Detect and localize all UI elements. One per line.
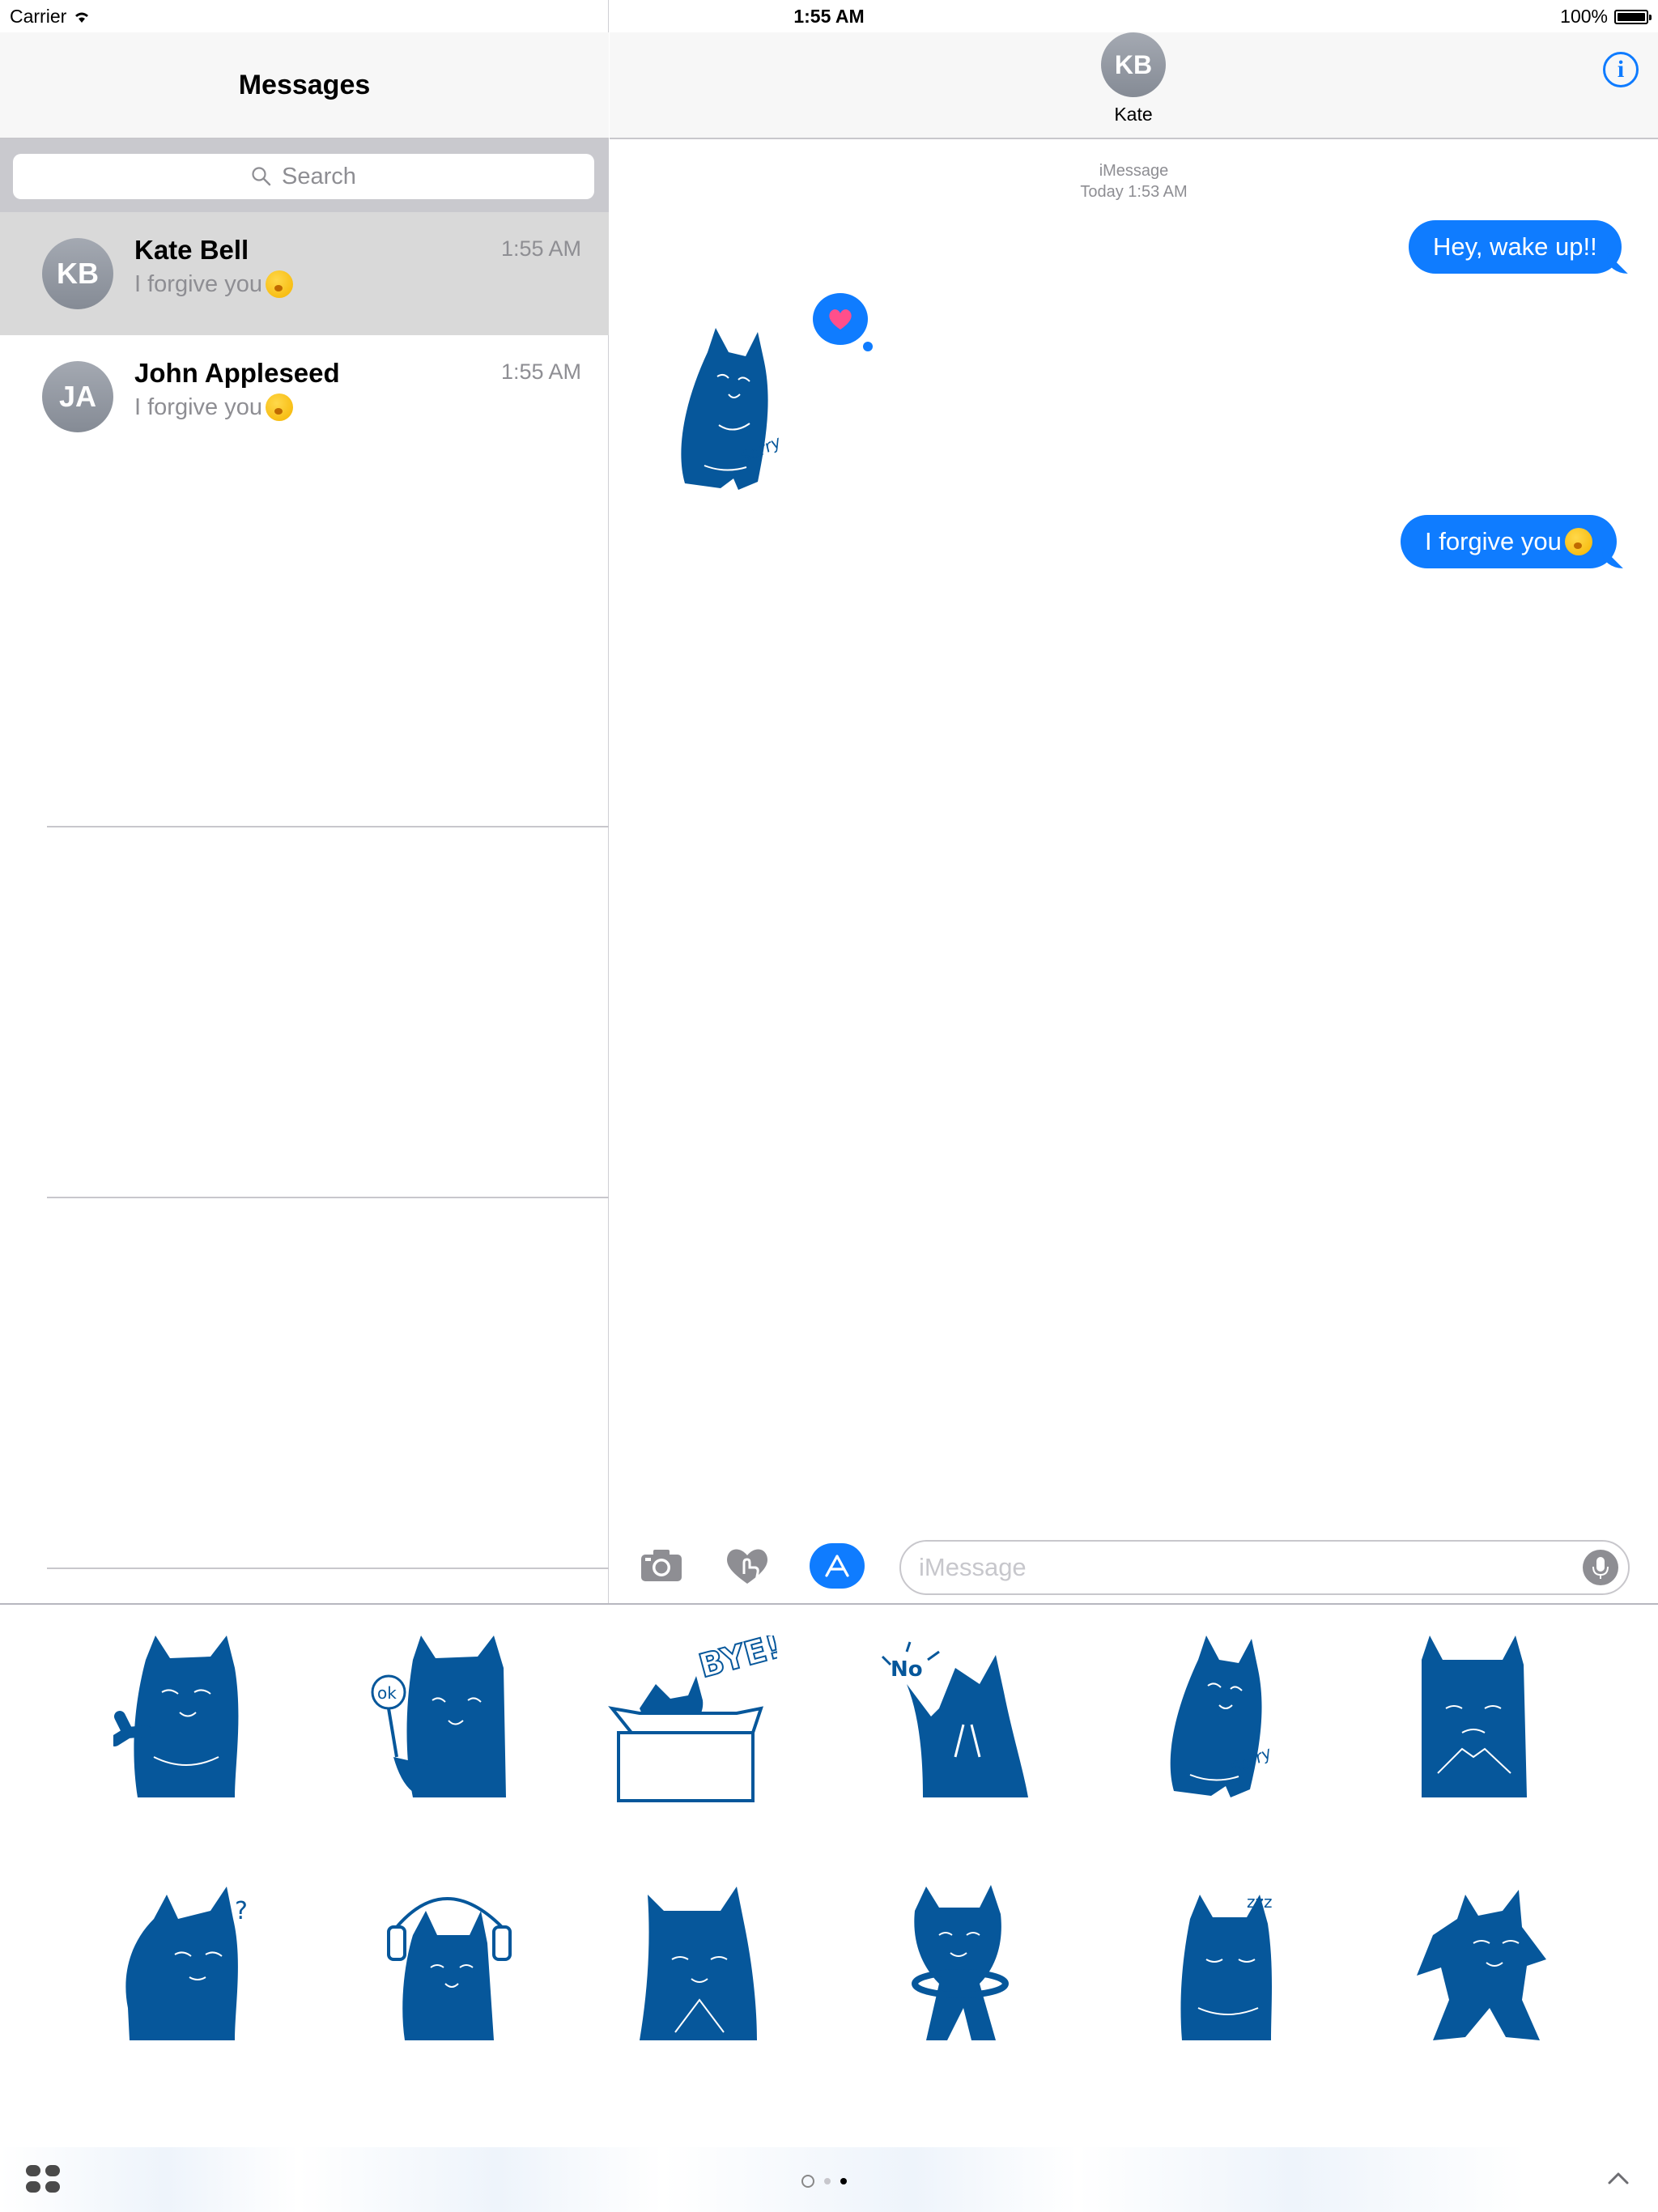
search-input[interactable]: Search [13,154,594,199]
conversation-preview: I forgive you [134,393,293,421]
sidebar-header: Messages [0,32,609,139]
row-divider [47,1197,609,1198]
avatar: KB [42,238,113,309]
conversation-name: Kate Bell [134,235,249,265]
battery-indicator: 100% [1560,6,1652,28]
hula-cat-sticker[interactable] [882,1878,1052,2048]
sidebar-title: Messages [238,70,371,100]
row-divider [47,1568,609,1569]
page-dot-active [840,2178,847,2184]
svg-text:No: No [891,1657,923,1682]
message-bubble-outgoing[interactable]: Hey, wake up!! [1409,220,1622,274]
conversation-header: KB Kate i [610,32,1658,139]
sleepy-cat-sticker[interactable]: zzz [1150,1878,1320,2048]
search-placeholder: Search [282,163,356,189]
row-divider [47,826,609,827]
preview-text: I forgive you [134,393,262,420]
bye-box-cat-sticker[interactable]: BYE!! [607,1636,777,1806]
app-drawer-icon[interactable] [26,2165,60,2193]
preview-text: I forgive you [134,270,262,297]
calm-cat-sticker[interactable] [615,1878,785,2048]
conversation-preview: I forgive you [134,270,293,298]
thread-timestamp: iMessage Today 1:53 AM [610,160,1658,202]
page-indicator[interactable] [801,2175,847,2188]
contact-avatar[interactable]: KB [1101,32,1166,97]
ok-sign-cat-sticker[interactable]: ok [364,1636,534,1806]
battery-label: 100% [1560,6,1608,27]
message-text: I forgive you [1425,527,1562,555]
music-cat-sticker[interactable] [364,1878,534,2048]
svg-text:?: ? [235,1897,248,1925]
message-input-bar: iMessage [610,1530,1658,1611]
avatar: JA [42,361,113,432]
search-icon [252,167,271,186]
conversation-name: John Appleseed [134,358,340,388]
page-dot [824,2178,831,2184]
camera-icon[interactable] [639,1546,684,1584]
message-bubble-outgoing[interactable]: I forgive you [1401,515,1617,568]
kissing-face-icon [1564,528,1592,555]
question-cat-sticker[interactable]: ? [113,1878,283,2048]
dancing-cat-sticker[interactable] [1401,1878,1571,2048]
app-store-icon[interactable] [810,1543,865,1589]
sorry-cat-sticker[interactable]: Sorry [1150,1636,1320,1806]
kissing-face-icon [265,393,293,421]
sad-cat-sticker[interactable] [1389,1636,1559,1806]
kissing-face-icon [265,270,293,298]
search-area: Search [0,139,609,212]
svg-text:BYE!!: BYE!! [695,1636,777,1686]
no-cat-sticker[interactable]: No [874,1636,1044,1806]
contact-name[interactable]: Kate [1052,104,1214,125]
recents-icon [801,2175,814,2188]
sorry-cat-sticker[interactable]: Sorry [669,328,806,498]
info-icon[interactable]: i [1603,52,1639,87]
timestamp-label: Today 1:53 AM [1080,183,1188,201]
digital-touch-icon[interactable] [723,1545,772,1587]
message-text: Hey, wake up!! [1433,232,1597,261]
message-input[interactable]: iMessage [899,1540,1630,1595]
microphone-icon[interactable] [1583,1550,1618,1585]
conversation-row-kate-bell[interactable]: KB Kate Bell 1:55 AM I forgive you [0,212,609,335]
message-input-placeholder: iMessage [919,1553,1027,1581]
conversation-time: 1:55 AM [500,359,581,384]
service-label: iMessage [1099,162,1169,180]
chevron-up-icon[interactable] [1606,2167,1630,2191]
waving-cat-sticker[interactable] [113,1636,283,1806]
battery-icon [1614,9,1652,24]
heart-reaction-icon[interactable] [813,293,873,351]
svg-text:ok: ok [377,1683,397,1703]
conversation-row-john-appleseed[interactable]: JA John Appleseed 1:55 AM I forgive you [0,335,609,458]
conversation-time: 1:55 AM [500,236,581,261]
